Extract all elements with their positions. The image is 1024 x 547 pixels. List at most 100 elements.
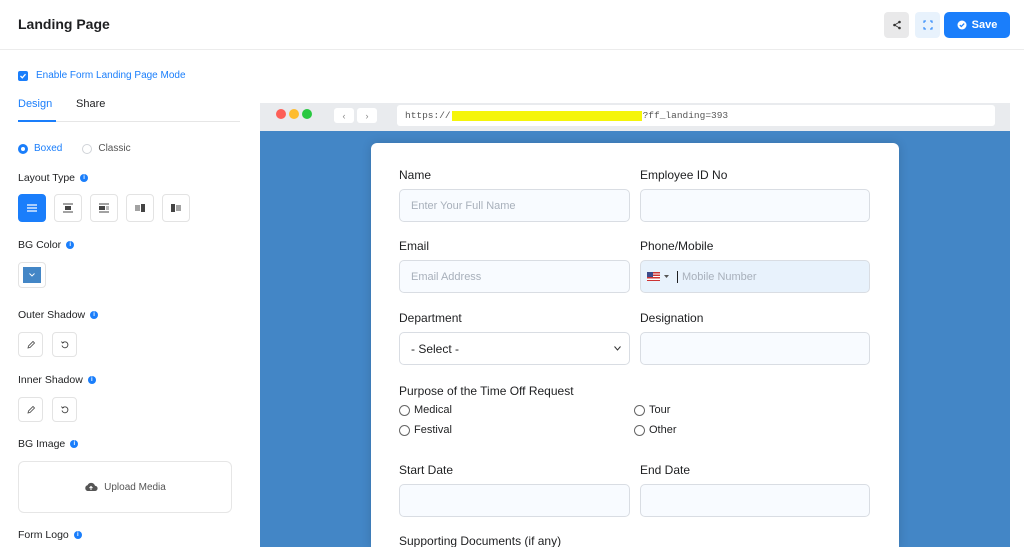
share-button[interactable] xyxy=(884,12,909,38)
email-placeholder: Email Address xyxy=(411,270,482,283)
info-icon[interactable]: i xyxy=(87,376,96,384)
bg-color-heading: BG Color i xyxy=(18,239,75,251)
section-label: BG Image xyxy=(18,438,66,450)
layout-option-4[interactable] xyxy=(126,194,154,222)
edit-inner-shadow-button[interactable] xyxy=(18,397,43,422)
start-date-input[interactable] xyxy=(399,484,630,517)
reset-inner-shadow-button[interactable] xyxy=(52,397,77,422)
bg-color-preview xyxy=(23,267,41,283)
purpose-option-label: Festival xyxy=(414,424,452,436)
check-icon xyxy=(20,73,26,79)
reset-icon xyxy=(60,340,68,348)
info-icon[interactable]: i xyxy=(90,311,99,319)
phone-placeholder: Mobile Number xyxy=(682,270,757,283)
layout-option-3[interactable] xyxy=(90,194,118,222)
share-icon xyxy=(892,20,901,30)
chevron-down-icon xyxy=(614,346,621,351)
email-input[interactable]: Email Address xyxy=(399,260,630,293)
check-circle-icon xyxy=(957,20,967,30)
purpose-option-other[interactable]: Other xyxy=(634,424,677,436)
radio-tour[interactable] xyxy=(634,404,645,416)
inner-shadow-tools xyxy=(18,397,77,422)
section-label: Inner Shadow xyxy=(18,374,83,386)
designation-input[interactable] xyxy=(640,332,870,365)
expand-icon xyxy=(923,20,932,30)
cloud-upload-icon xyxy=(85,482,98,491)
chevron-down-icon xyxy=(29,273,35,277)
radio-classic[interactable] xyxy=(82,143,93,154)
info-icon[interactable]: i xyxy=(80,174,89,182)
outer-shadow-heading: Outer Shadow i xyxy=(18,309,99,321)
reset-outer-shadow-button[interactable] xyxy=(52,332,77,357)
layout-right-icon xyxy=(135,204,145,212)
purpose-option-label: Tour xyxy=(649,404,671,416)
purpose-option-medical[interactable]: Medical xyxy=(399,404,452,416)
inner-shadow-heading: Inner Shadow i xyxy=(18,374,96,386)
info-icon[interactable]: i xyxy=(73,531,82,539)
url-bar[interactable]: https:// ?ff_landing=393 xyxy=(397,105,995,126)
tab-share[interactable]: Share xyxy=(76,98,105,110)
fullscreen-button[interactable] xyxy=(915,12,940,38)
url-suffix: ?ff_landing=393 xyxy=(642,110,729,121)
outer-shadow-tools xyxy=(18,332,77,357)
end-date-input[interactable] xyxy=(640,484,870,517)
bg-color-picker[interactable] xyxy=(18,262,46,288)
top-bar: Landing Page Save xyxy=(0,0,1024,50)
pencil-icon xyxy=(26,340,35,349)
layout-option-1[interactable] xyxy=(18,194,46,222)
info-icon[interactable]: i xyxy=(70,440,79,448)
name-label: Name xyxy=(399,168,432,182)
phone-input[interactable]: Mobile Number xyxy=(640,260,870,293)
save-button[interactable]: Save xyxy=(944,12,1010,38)
section-label: Form Logo xyxy=(18,529,69,541)
employee-id-input[interactable] xyxy=(640,189,870,222)
bg-image-heading: BG Image i xyxy=(18,438,79,450)
browser-bar: ‹ › https:// ?ff_landing=393 xyxy=(260,103,1010,131)
department-select[interactable]: - Select - xyxy=(399,332,630,365)
purpose-option-label: Other xyxy=(649,424,677,436)
url-prefix: https:// xyxy=(405,110,451,121)
name-input[interactable]: Enter Your Full Name xyxy=(399,189,630,222)
purpose-option-tour[interactable]: Tour xyxy=(634,404,670,416)
phone-label: Phone/Mobile xyxy=(640,239,714,253)
upload-media-button[interactable]: Upload Media xyxy=(18,461,232,513)
caret-down-icon xyxy=(664,274,669,278)
style-option-classic[interactable]: Classic xyxy=(82,143,131,154)
layout-type-options xyxy=(18,194,190,222)
designation-label: Designation xyxy=(640,311,704,325)
radio-festival[interactable] xyxy=(399,424,410,436)
layout-split-icon xyxy=(99,203,109,213)
radio-boxed[interactable] xyxy=(18,143,28,154)
layout-option-5[interactable] xyxy=(162,194,190,222)
radio-medical[interactable] xyxy=(399,404,410,416)
purpose-label: Purpose of the Time Off Request xyxy=(399,384,574,398)
layout-full-icon xyxy=(27,204,37,212)
tab-design[interactable]: Design xyxy=(18,98,52,110)
style-option-boxed[interactable]: Boxed xyxy=(18,143,62,154)
email-label: Email xyxy=(399,239,430,253)
radio-other[interactable] xyxy=(634,424,645,436)
info-icon[interactable]: i xyxy=(66,241,75,249)
forward-icon[interactable]: › xyxy=(357,108,377,123)
edit-outer-shadow-button[interactable] xyxy=(18,332,43,357)
pencil-icon xyxy=(26,405,35,414)
section-label: BG Color xyxy=(18,239,62,251)
purpose-option-festival[interactable]: Festival xyxy=(399,424,452,436)
upload-media-label: Upload Media xyxy=(104,481,166,493)
layout-type-heading: Layout Type i xyxy=(18,172,89,184)
supporting-documents-label: Supporting Documents (if any) xyxy=(399,534,562,547)
us-flag-icon[interactable] xyxy=(647,272,660,281)
layout-option-2[interactable] xyxy=(54,194,82,222)
maximize-dot xyxy=(302,109,312,119)
back-icon[interactable]: ‹ xyxy=(334,108,354,123)
form-logo-heading: Form Logo i xyxy=(18,529,82,541)
section-label: Layout Type xyxy=(18,172,76,184)
minimize-dot xyxy=(289,109,299,119)
style-option-label: Boxed xyxy=(34,143,63,154)
save-button-label: Save xyxy=(971,19,998,31)
end-date-label: End Date xyxy=(640,463,691,477)
landing-page-preview: ‹ › https:// ?ff_landing=393 Name Employ… xyxy=(260,103,1010,547)
enable-landing-mode-checkbox[interactable] xyxy=(18,70,28,81)
form-card: Name Employee ID No Enter Your Full Name… xyxy=(371,143,899,547)
enable-landing-mode-toggle[interactable]: Enable Form Landing Page Mode xyxy=(18,70,186,81)
